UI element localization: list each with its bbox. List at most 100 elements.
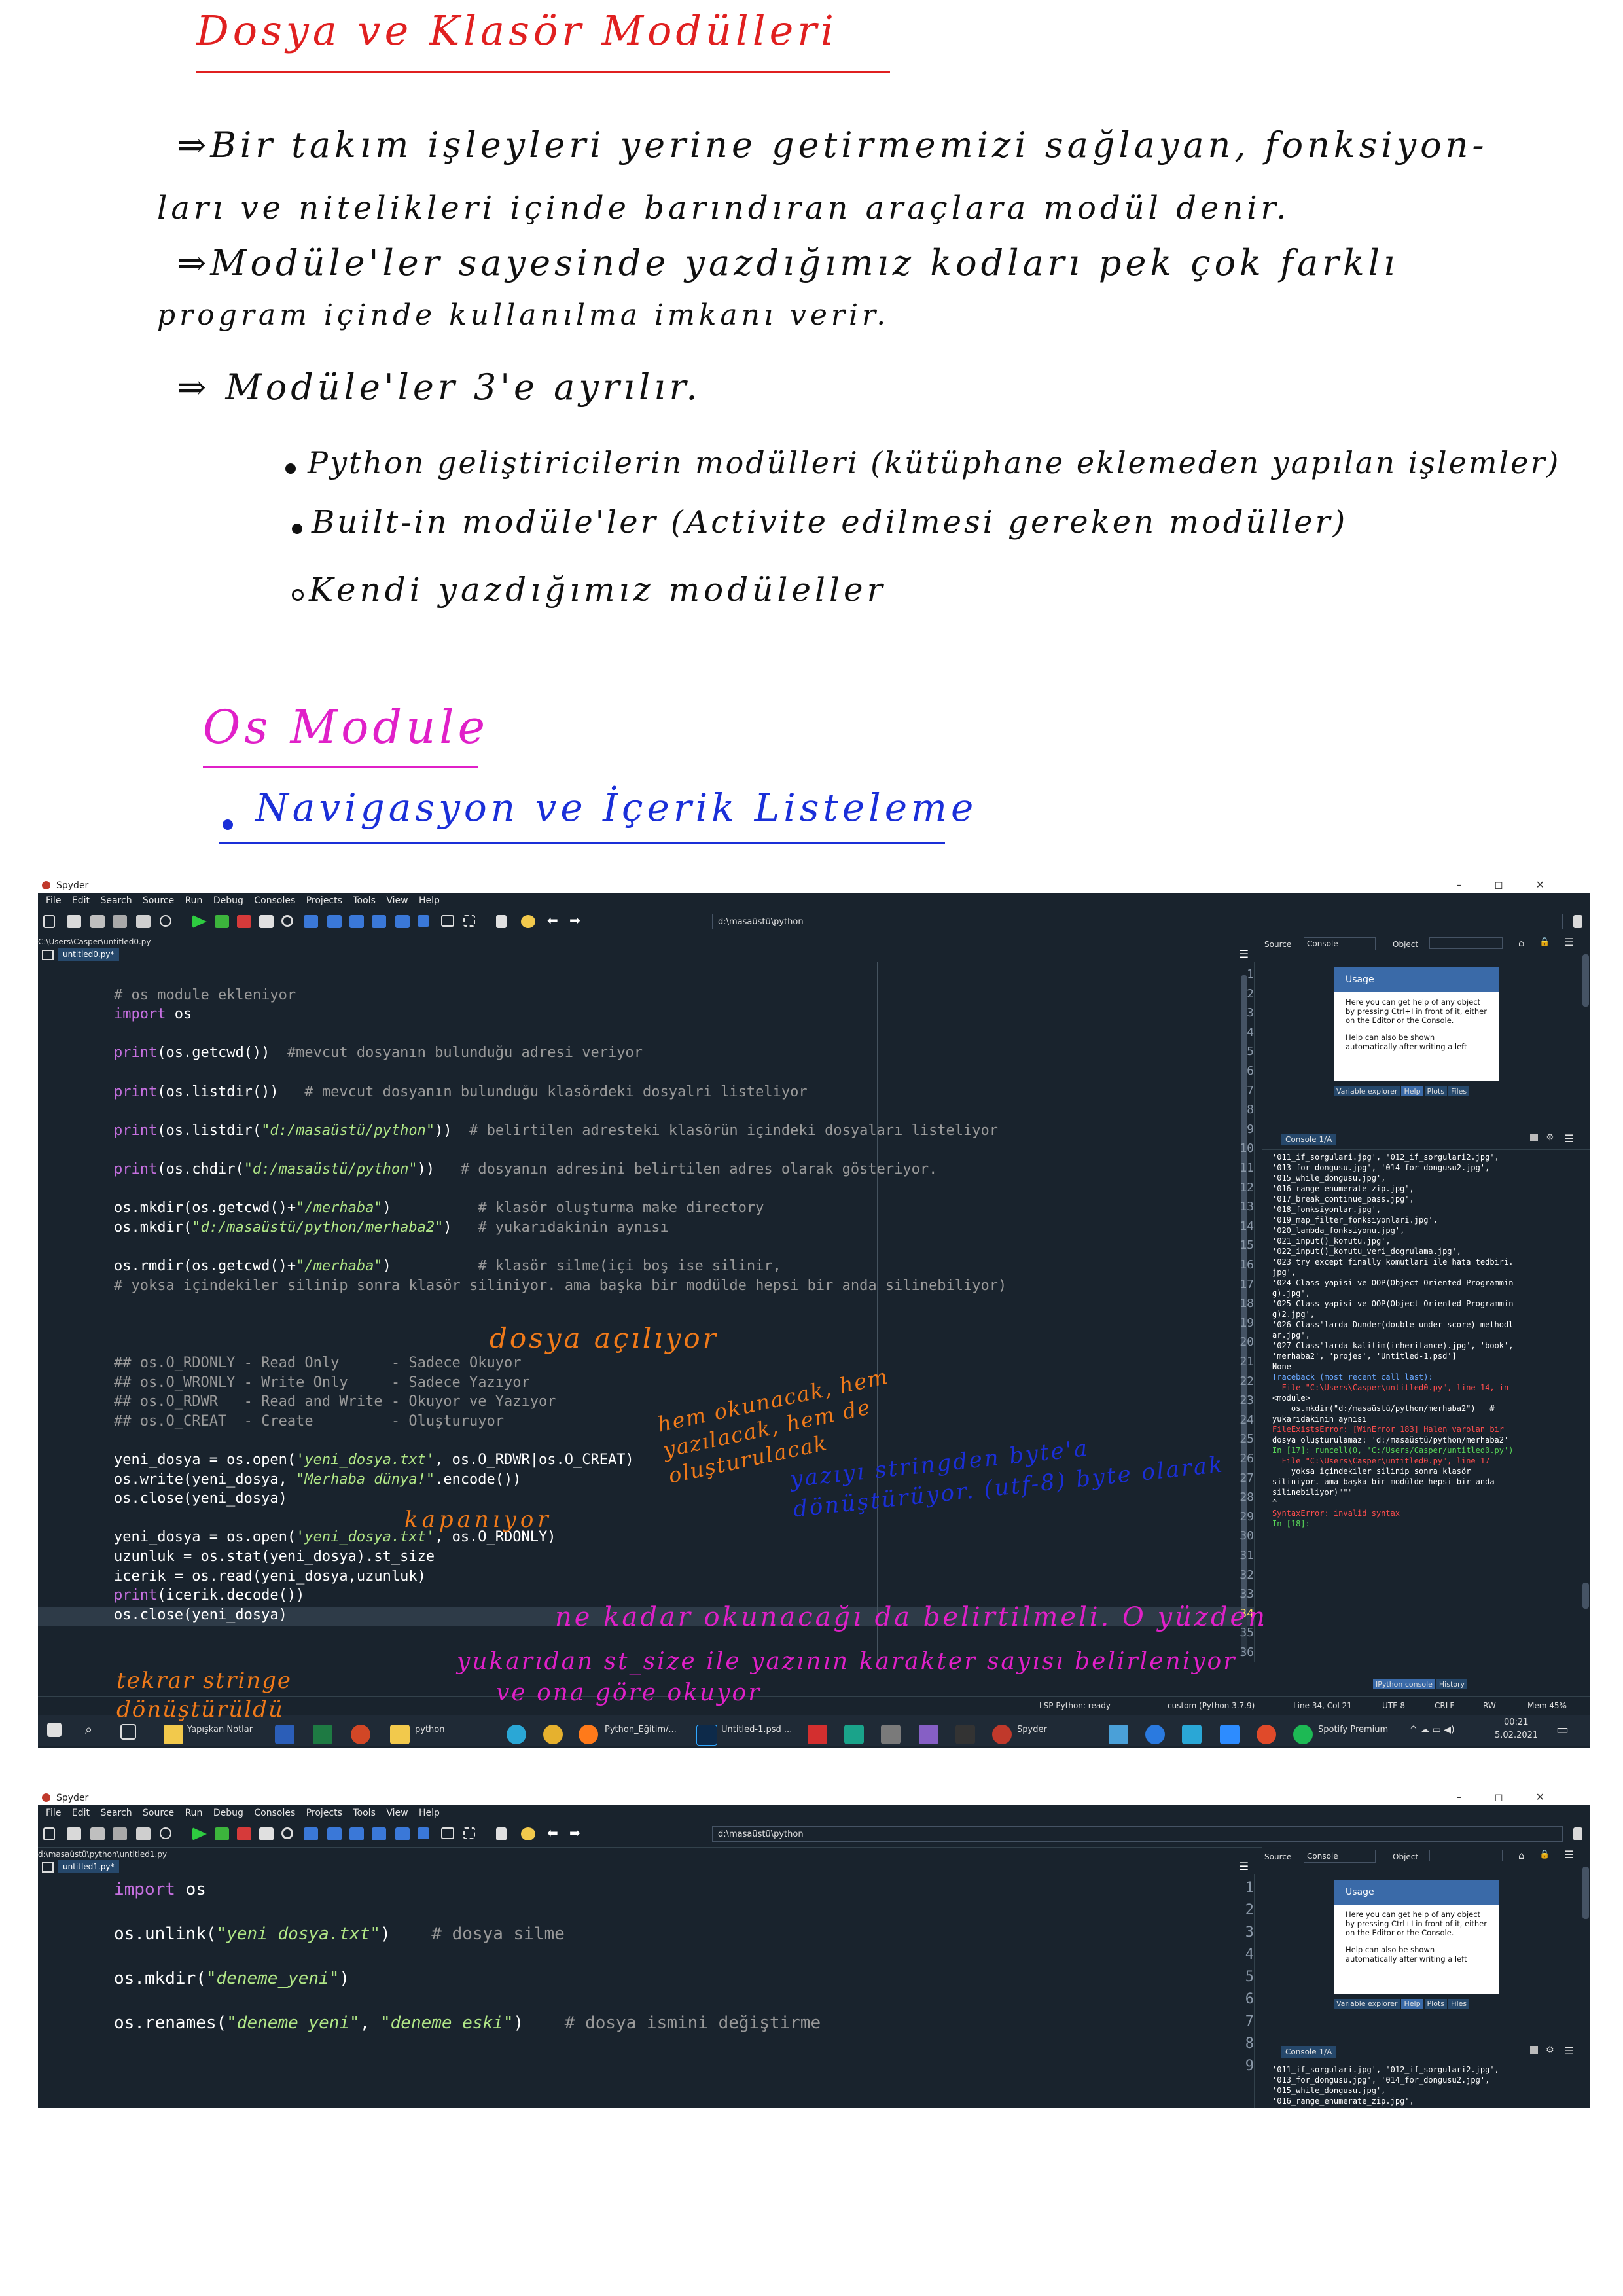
chrome-icon[interactable] (543, 1725, 563, 1744)
menu-file[interactable]: File (46, 1808, 61, 1818)
taskbar-spotify[interactable]: Spotify Premium (1318, 1725, 1388, 1734)
notifications-icon[interactable]: ▭ (1556, 1721, 1569, 1737)
tab-browse-icon[interactable] (42, 1862, 54, 1873)
step-into-icon[interactable] (349, 1827, 364, 1840)
menu-debug[interactable]: Debug (213, 1808, 243, 1818)
menu-source[interactable]: Source (143, 895, 174, 906)
stop-icon[interactable] (418, 1827, 429, 1839)
tab-untitled1[interactable]: untitled1.py* (58, 1860, 120, 1873)
app-3-icon[interactable] (844, 1725, 864, 1744)
menu-consoles[interactable]: Consoles (254, 895, 295, 906)
debug-icon[interactable] (304, 915, 318, 928)
menu-source[interactable]: Source (143, 1808, 174, 1818)
help-source-select[interactable]: Console (1304, 1850, 1376, 1863)
working-directory-field[interactable]: d:\masaüstü\python (712, 1826, 1563, 1842)
help-object-field[interactable] (1429, 937, 1503, 949)
console-tab[interactable]: Console 1/A (1281, 2046, 1336, 2058)
fullscreen-icon[interactable] (463, 915, 475, 927)
edge-icon[interactable] (507, 1725, 526, 1744)
search-icon[interactable]: ⌕ (85, 1721, 92, 1737)
tab-help[interactable]: Help (1401, 1999, 1423, 2009)
menu-search[interactable]: Search (100, 1808, 132, 1818)
new-file-icon[interactable] (43, 915, 55, 928)
autocad-icon[interactable] (808, 1725, 827, 1744)
console-options-icon[interactable]: ☰ (1564, 1132, 1573, 1145)
app-tray-3-icon[interactable] (1182, 1725, 1202, 1744)
tab-browse-icon[interactable] (42, 950, 54, 960)
menu-file[interactable]: File (46, 895, 61, 906)
lock-icon[interactable]: 🔒 (1539, 1850, 1550, 1859)
tab-files[interactable]: Files (1448, 1999, 1470, 2009)
browse-folder-icon[interactable] (1573, 1827, 1582, 1840)
run-cell-advance-icon[interactable] (237, 915, 251, 928)
save-icon[interactable] (90, 915, 105, 928)
menu-help[interactable]: Help (419, 1808, 440, 1818)
run-icon[interactable] (192, 915, 207, 928)
pythonpath-icon[interactable] (521, 1827, 535, 1840)
home-icon[interactable]: ⌂ (1518, 937, 1525, 949)
pythonpath-icon[interactable] (521, 915, 535, 928)
back-arrow-icon[interactable]: ⬅ (547, 1825, 562, 1840)
window-controls[interactable]: –◻✕ (1456, 878, 1577, 891)
step-return-icon[interactable] (372, 915, 386, 928)
taskbar-photoshop[interactable]: Untitled-1.psd ... (721, 1725, 792, 1734)
preferences-icon[interactable] (496, 1827, 507, 1840)
back-arrow-icon[interactable]: ⬅ (547, 912, 562, 928)
code-editor[interactable]: 1 2 # os module ekleniyor 3 import os 4 5 print… (38, 962, 1255, 1662)
save-icon[interactable] (90, 1827, 105, 1840)
menu-debug[interactable]: Debug (213, 895, 243, 906)
tab-files[interactable]: Files (1448, 1086, 1470, 1096)
console-settings-icon[interactable]: ⚙ (1546, 2045, 1554, 2055)
terminal-icon[interactable] (955, 1725, 975, 1744)
console-stop-icon[interactable] (1530, 2046, 1538, 2054)
fullscreen-icon[interactable] (463, 1827, 475, 1839)
menu-projects[interactable]: Projects (306, 1808, 342, 1818)
tab-history[interactable]: History (1436, 1679, 1468, 1689)
sticky-notes-icon[interactable] (164, 1725, 183, 1744)
spyder-task-icon[interactable] (992, 1725, 1012, 1744)
tab-options-icon[interactable]: ☰ (1240, 948, 1249, 960)
console-output[interactable]: '011_if_sorgulari.jpg', '012_if_sorgular… (1262, 2064, 1590, 2108)
tab-plots[interactable]: Plots (1424, 1999, 1448, 2009)
console-stop-icon[interactable] (1530, 1134, 1538, 1141)
menu-projects[interactable]: Projects (306, 895, 342, 906)
tab-variable-explorer[interactable]: Variable explorer (1334, 1086, 1400, 1096)
console-options-icon[interactable]: ☰ (1564, 2045, 1573, 2057)
home-icon[interactable]: ⌂ (1518, 1850, 1525, 1861)
help-object-field[interactable] (1429, 1850, 1503, 1861)
tray-date[interactable]: 5.02.2021 (1495, 1731, 1538, 1740)
menu-edit[interactable]: Edit (72, 895, 90, 906)
run-cell-icon[interactable] (215, 915, 229, 928)
app-tray-1-icon[interactable] (1109, 1725, 1128, 1744)
app-tray-4-icon[interactable] (1220, 1725, 1240, 1744)
continue-icon[interactable] (395, 1827, 410, 1840)
app-tray-2-icon[interactable] (1145, 1725, 1165, 1744)
taskbar-spyder[interactable]: Spyder (1017, 1725, 1047, 1734)
forward-arrow-icon[interactable]: ➡ (569, 912, 584, 928)
task-view-icon[interactable] (120, 1724, 136, 1740)
app-tray-5-icon[interactable] (1257, 1725, 1276, 1744)
lock-icon[interactable]: 🔒 (1539, 937, 1550, 947)
photoshop-icon[interactable] (696, 1725, 717, 1746)
tab-untitled0[interactable]: untitled0.py* (58, 948, 120, 961)
taskbar-sticky-notes[interactable]: Yapışkan Notlar (187, 1725, 253, 1734)
menu-help[interactable]: Help (419, 895, 440, 906)
console-tab[interactable]: Console 1/A (1281, 1134, 1336, 1145)
taskbar-python-folder[interactable]: python (415, 1725, 444, 1734)
tab-options-icon[interactable]: ☰ (1240, 1860, 1249, 1873)
open-folder-icon[interactable] (67, 915, 81, 928)
working-directory-field[interactable]: d:\masaüstü\python (712, 914, 1563, 929)
menu-search[interactable]: Search (100, 895, 132, 906)
run-cell-advance-icon[interactable] (237, 1827, 251, 1840)
tools-icon[interactable] (881, 1725, 901, 1744)
run-icon[interactable] (192, 1827, 207, 1840)
word-icon[interactable] (275, 1725, 294, 1744)
spotify-icon[interactable] (1293, 1725, 1313, 1744)
step-return-icon[interactable] (372, 1827, 386, 1840)
excel-icon[interactable] (313, 1725, 332, 1744)
menu-edit[interactable]: Edit (72, 1808, 90, 1818)
menu-run[interactable]: Run (185, 1808, 203, 1818)
help-scrollbar[interactable] (1582, 954, 1589, 1007)
menu-consoles[interactable]: Consoles (254, 1808, 295, 1818)
console-scrollbar[interactable] (1582, 1583, 1589, 1609)
